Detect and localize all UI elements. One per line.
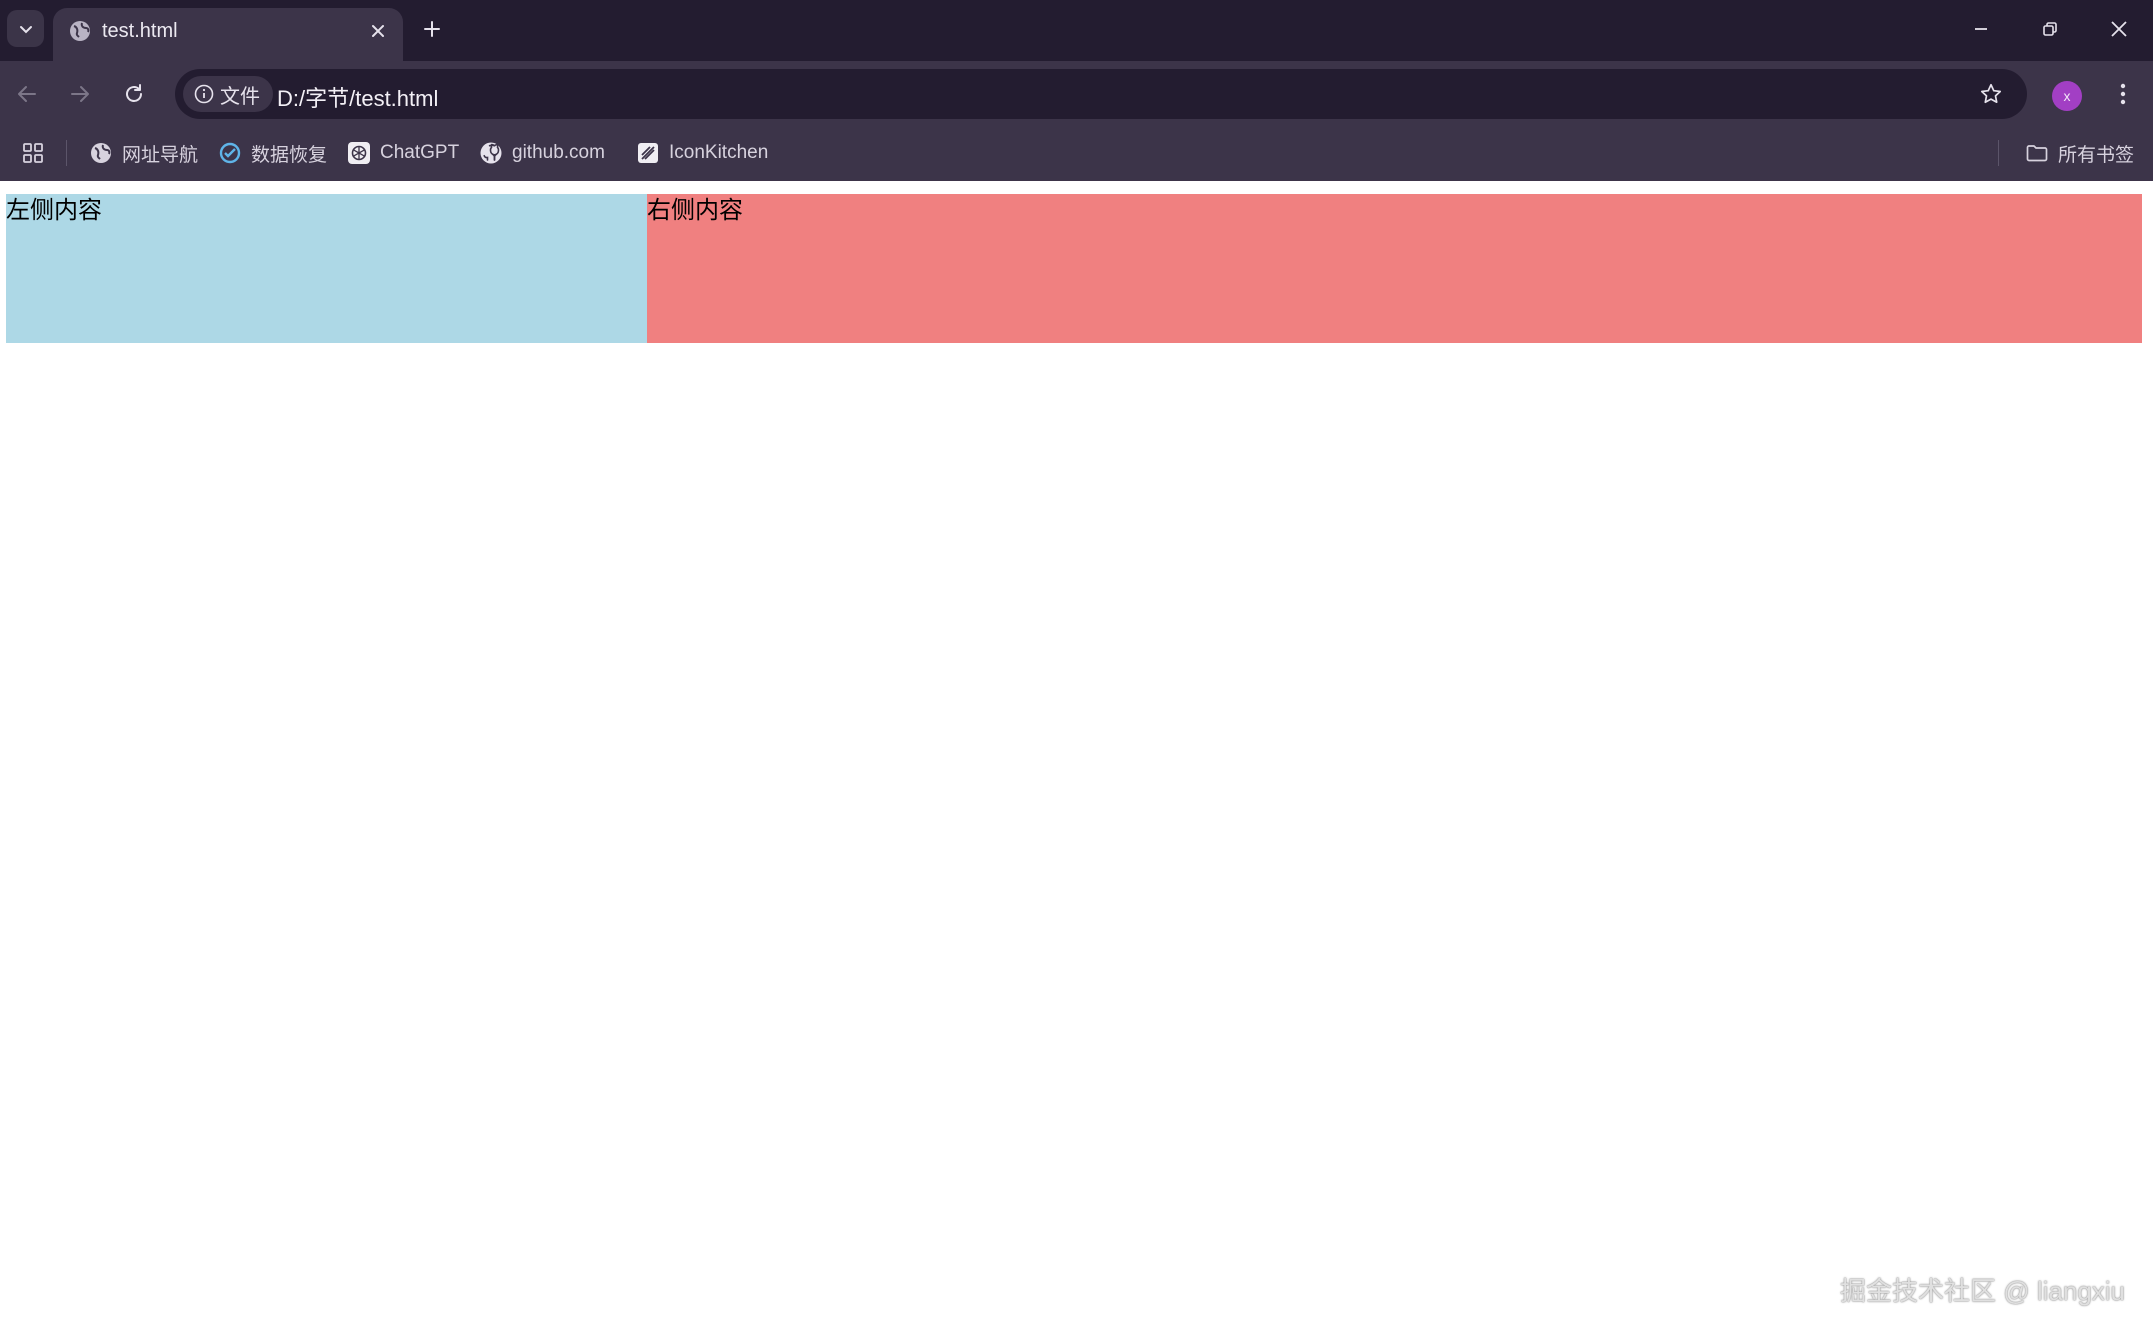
browser-chrome: test.html 文件 D:/字节/test.html x 网址导航 数据恢复… [0,0,2153,181]
reload-button[interactable] [116,76,152,112]
bookmarks-bar: 网址导航 数据恢复 ChatGPT github.com IconKitchen… [0,126,2153,181]
tab-list-button[interactable] [7,10,44,47]
forward-button[interactable] [62,76,98,112]
all-bookmarks-label: 所有书签 [2058,144,2135,166]
apps-grid-icon [23,143,43,163]
right-panel: 右侧内容 [647,194,2142,343]
restore-icon [2043,22,2057,36]
apps-button[interactable] [21,138,54,168]
toolbar: 文件 D:/字节/test.html [0,61,2153,126]
site-info-chip[interactable]: 文件 [183,76,273,112]
bookmark-item[interactable]: 数据恢复 [218,138,327,168]
url-text[interactable]: D:/字节/test.html [277,81,438,113]
tab-close-button[interactable] [364,17,392,45]
new-tab-button[interactable] [417,14,447,44]
bookmark-label: 网址导航 [122,144,199,166]
bookmark-item[interactable]: github.com [479,138,605,168]
github-icon [480,142,502,164]
iconkitchen-icon [638,143,658,163]
bookmark-label: IconKitchen [669,142,769,163]
globe-icon [91,143,111,163]
info-icon [194,84,214,104]
back-button[interactable] [9,76,45,112]
address-bar[interactable]: 文件 D:/字节/test.html [175,69,2027,119]
folder-icon [2026,145,2048,162]
more-vertical-icon [2120,83,2126,105]
left-panel: 左侧内容 [6,194,647,343]
page-content: 左侧内容 右侧内容 [0,181,2153,1338]
globe-icon [70,21,90,41]
close-window-button[interactable] [2085,0,2153,58]
recovery-icon [219,142,241,164]
tab-strip: test.html [0,0,2153,61]
tab-active[interactable]: test.html [53,8,403,61]
bookmark-item[interactable]: 网址导航 [89,138,198,168]
close-icon [372,25,384,37]
minimize-button[interactable] [1947,0,2015,58]
bookmarks-separator [1998,140,1999,166]
left-panel-text: 左侧内容 [6,197,102,224]
bookmark-label: github.com [512,142,605,163]
star-icon [1980,83,2002,104]
chatgpt-icon [348,142,370,164]
restore-button[interactable] [2016,0,2084,58]
site-chip-label: 文件 [220,85,260,108]
right-panel-text: 右侧内容 [647,197,743,224]
close-icon [2111,21,2127,37]
browser-menu-button[interactable] [2105,76,2141,112]
bookmark-star-button[interactable] [1975,78,2007,110]
all-bookmarks-button[interactable]: 所有书签 [2025,138,2134,168]
plus-icon [424,21,440,37]
arrow-right-icon [71,86,89,102]
bookmark-label: ChatGPT [380,142,460,163]
bookmarks-separator [66,140,67,166]
chevron-down-icon [19,25,32,33]
tab-title: test.html [102,20,178,42]
arrow-left-icon [18,86,36,102]
reload-icon [126,84,142,102]
profile-avatar[interactable]: x [2052,81,2082,111]
watermark: 掘金技术社区 @ liangxiu [1840,1276,2126,1306]
bookmark-item[interactable]: IconKitchen [636,138,768,168]
bookmark-item[interactable]: ChatGPT [347,138,459,168]
bookmark-label: 数据恢复 [251,144,328,166]
minimize-icon [1975,28,1987,30]
